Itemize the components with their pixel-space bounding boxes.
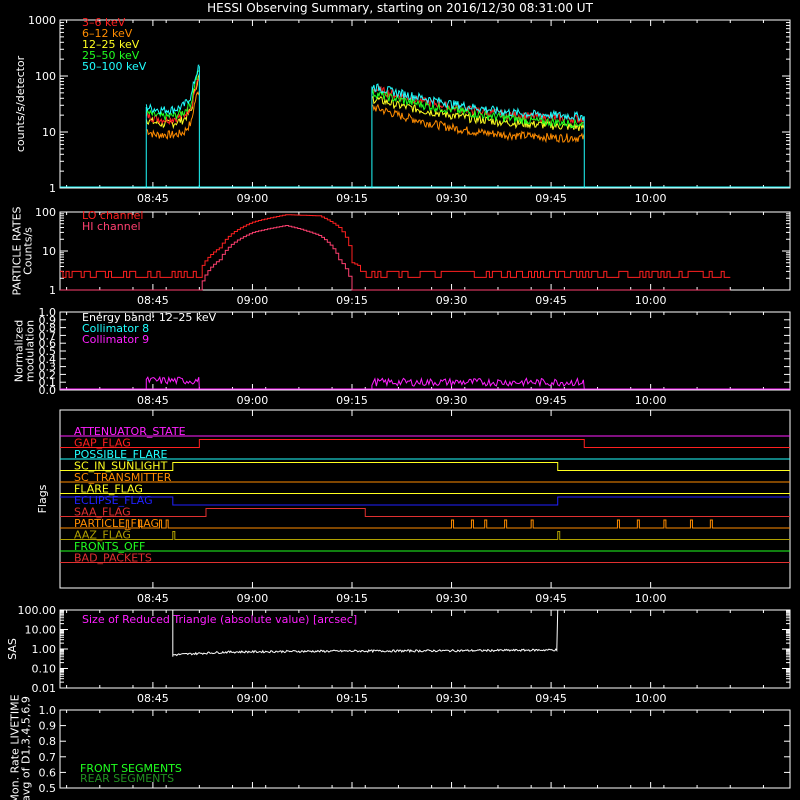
x-tick-label: 09:45 <box>535 192 567 205</box>
legend-entry: HI channel <box>82 220 141 233</box>
y-tick-label: 0.10 <box>32 663 57 676</box>
flag-line <box>60 519 790 529</box>
x-tick-label: 09:30 <box>436 294 468 307</box>
y-tick-label: 10 <box>42 126 56 139</box>
flag-line <box>60 496 790 506</box>
flag-line <box>60 439 790 448</box>
svg-text:avg of D1,3,4,5,6,9: avg of D1,3,4,5,6,9 <box>20 696 33 800</box>
y-tick-label: 1.00 <box>32 643 57 656</box>
particle-series-1 <box>60 225 731 291</box>
x-tick-label: 09:15 <box>336 394 368 407</box>
x-tick-label: 10:00 <box>635 192 667 205</box>
x-tick-label: 09:45 <box>535 294 567 307</box>
y-axis-label: PARTICLE RATESCounts/s <box>11 206 35 295</box>
x-tick-label: 09:30 <box>436 192 468 205</box>
svg-text:Flags: Flags <box>36 484 49 513</box>
y-tick-label: 0.6 <box>39 766 57 779</box>
x-tick-label: 10:00 <box>635 592 667 605</box>
x-tick-label: 10:00 <box>635 294 667 307</box>
y-tick-label: 1.0 <box>39 704 57 717</box>
y-axis-label: Flags <box>36 484 49 513</box>
x-tick-label: 08:45 <box>137 592 169 605</box>
y-tick-label: 100.00 <box>18 604 57 617</box>
x-tick-label: 08:45 <box>137 192 169 205</box>
svg-text:SAS: SAS <box>6 638 19 660</box>
flag-line <box>60 462 790 471</box>
y-axis-label: Normalizedmodulation <box>13 320 37 382</box>
x-tick-label: 09:15 <box>336 294 368 307</box>
y-tick-label: 0.01 <box>32 682 57 695</box>
svg-text:Counts/s: Counts/s <box>22 227 35 275</box>
sas-annotation: Size of Reduced Triangle (absolute value… <box>82 613 357 626</box>
x-tick-label: 09:45 <box>535 394 567 407</box>
chart-title: HESSI Observing Summary, starting on 201… <box>207 1 593 15</box>
y-axis-label: Mon. Rate LIVETIMEavg of D1,3,4,5,6,9 <box>9 694 33 800</box>
x-tick-label: 10:00 <box>635 692 667 705</box>
svg-text:counts/s/detector: counts/s/detector <box>14 55 27 152</box>
flag-line <box>60 508 790 517</box>
y-tick-label: 100 <box>35 70 56 83</box>
y-tick-label: 0.7 <box>39 751 57 764</box>
flag-line <box>60 531 790 540</box>
x-tick-label: 09:30 <box>436 692 468 705</box>
y-tick-label: 0.8 <box>39 735 57 748</box>
x-tick-label: 10:00 <box>635 394 667 407</box>
panel-1-frame <box>59 211 791 291</box>
x-tick-label: 09:45 <box>535 692 567 705</box>
y-tick-label: 100 <box>35 206 56 219</box>
x-tick-label: 08:45 <box>137 692 169 705</box>
x-tick-label: 09:30 <box>436 592 468 605</box>
y-tick-label: 1.0 <box>39 306 57 319</box>
modulation-segment-0 <box>145 375 200 390</box>
x-tick-label: 09:15 <box>336 192 368 205</box>
x-tick-label: 09:45 <box>535 592 567 605</box>
y-tick-label: 10.00 <box>25 624 57 637</box>
modulation-segment-1 <box>371 376 585 390</box>
y-axis-label: SAS <box>6 638 19 660</box>
svg-text:modulation: modulation <box>24 320 37 382</box>
y-tick-label: 1000 <box>28 14 56 27</box>
y-tick-label: 0.9 <box>39 720 57 733</box>
x-tick-label: 09:00 <box>237 294 269 307</box>
legend-entry: REAR SEGMENTS <box>80 772 174 785</box>
x-tick-label: 09:15 <box>336 592 368 605</box>
y-axis-label: counts/s/detector <box>14 55 27 152</box>
legend-entry: 50–100 keV <box>82 60 147 73</box>
x-tick-label: 09:15 <box>336 692 368 705</box>
legend-entry: Collimator 9 <box>82 333 149 346</box>
x-tick-label: 08:45 <box>137 394 169 407</box>
x-tick-label: 09:00 <box>237 394 269 407</box>
y-tick-label: 1 <box>49 284 56 297</box>
y-tick-label: 1 <box>49 182 56 195</box>
x-tick-label: 09:00 <box>237 192 269 205</box>
x-tick-label: 08:45 <box>137 294 169 307</box>
x-tick-label: 09:30 <box>436 394 468 407</box>
particle-series-0 <box>60 214 731 278</box>
x-tick-label: 09:00 <box>237 692 269 705</box>
hessi-summary-chart: HESSI Observing Summary, starting on 201… <box>6 1 791 800</box>
y-tick-label: 0.5 <box>39 782 57 795</box>
x-tick-label: 09:00 <box>237 592 269 605</box>
panel-0-frame <box>59 19 791 189</box>
y-tick-label: 10 <box>42 245 56 258</box>
series-1-segment-0 <box>146 90 200 140</box>
